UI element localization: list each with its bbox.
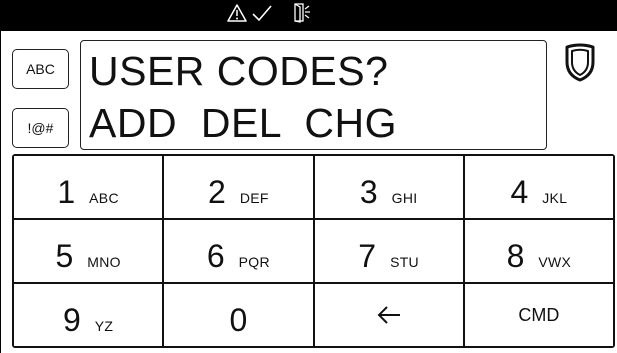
key-digit: 4: [510, 174, 529, 210]
key-4[interactable]: 4 JKL: [464, 156, 613, 218]
key-8[interactable]: 8 VWX: [464, 220, 613, 282]
key-9[interactable]: 9 YZ: [14, 284, 163, 346]
abc-mode-label: ABC: [26, 61, 55, 77]
cmd-label: CMD: [518, 304, 560, 325]
key-0[interactable]: 0: [164, 284, 313, 346]
key-digit: 6: [206, 238, 225, 274]
keypad: 1 ABC 2 DEF 3 GHI 4 JKL 5 MNO 6 PQR 7 ST…: [12, 154, 615, 348]
key-letters: STU: [390, 254, 419, 270]
abc-mode-button[interactable]: ABC: [12, 49, 69, 89]
key-digit: 9: [62, 302, 81, 338]
key-letters: DEF: [239, 190, 269, 206]
symbols-mode-label: !@#: [27, 120, 54, 136]
key-digit: 1: [57, 174, 76, 210]
shield-icon[interactable]: [563, 42, 597, 82]
cmd-key[interactable]: CMD: [464, 284, 613, 346]
key-digit: 5: [55, 238, 74, 274]
status-icons: [227, 3, 311, 23]
key-letters: YZ: [94, 318, 114, 334]
display-left-edge: [0, 31, 1, 353]
text-display: USER CODES? ADD DEL CHG: [80, 40, 547, 150]
check-icon: [252, 5, 272, 22]
door-open-icon: [294, 3, 310, 23]
key-digit: 3: [359, 174, 378, 210]
status-bar: [0, 0, 617, 31]
key-letters: VWX: [538, 254, 572, 270]
key-letters: JKL: [542, 190, 568, 206]
key-digit: 8: [506, 238, 525, 274]
backspace-key[interactable]: [314, 284, 463, 346]
key-letters: MNO: [87, 254, 121, 270]
key-letters: GHI: [391, 190, 418, 206]
key-digit: 2: [208, 174, 226, 210]
key-letters: PQR: [238, 254, 270, 270]
display-line-2: ADD DEL CHG: [89, 100, 397, 146]
key-2[interactable]: 2 DEF: [164, 156, 313, 218]
key-1[interactable]: 1 ABC: [14, 156, 163, 218]
key-3[interactable]: 3 GHI: [314, 156, 463, 218]
back-arrow-icon: [377, 306, 400, 324]
display-line-1: USER CODES?: [89, 48, 389, 94]
key-letters: ABC: [89, 190, 119, 206]
key-digit: 7: [358, 238, 377, 274]
key-6[interactable]: 6 PQR: [164, 220, 313, 282]
symbols-mode-button[interactable]: !@#: [12, 108, 69, 148]
key-digit: 0: [229, 302, 248, 338]
key-7[interactable]: 7 STU: [314, 220, 463, 282]
warning-icon: [227, 4, 247, 22]
key-5[interactable]: 5 MNO: [14, 220, 163, 282]
